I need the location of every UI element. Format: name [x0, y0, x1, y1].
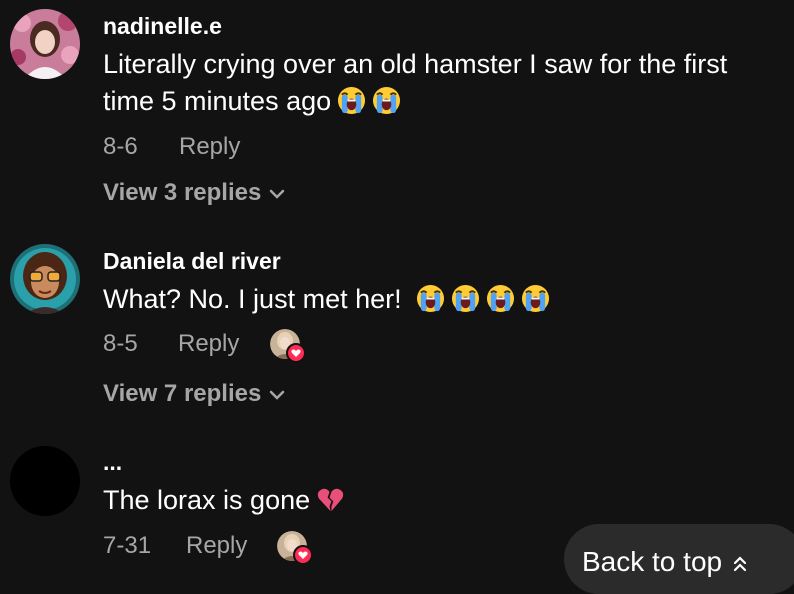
comment-text-body: What? No. I just met her! [103, 284, 402, 314]
comment-text: The lorax is gone [103, 482, 783, 519]
creator-liked-avatar [270, 329, 306, 363]
username[interactable]: nadinelle.e [103, 13, 222, 40]
username[interactable]: Daniela del river [103, 248, 281, 275]
loudly-crying-face-icon [451, 284, 479, 313]
view-replies-button[interactable]: View 3 replies [103, 179, 285, 207]
view-replies-label: View 7 replies [103, 380, 262, 407]
comment-text-body: Literally crying over an old hamster I s… [103, 49, 728, 116]
reply-button[interactable]: Reply [179, 133, 240, 161]
loudly-crying-face-icon [416, 284, 444, 313]
comment-date: 8-5 [103, 330, 138, 357]
creator-liked-avatar [277, 531, 313, 565]
loudly-crying-face-icon [373, 86, 401, 115]
comment-text: Literally crying over an old hamster I s… [103, 46, 783, 120]
reply-button[interactable]: Reply [186, 532, 247, 560]
chevron-down-icon [270, 390, 285, 400]
comment-text-body: The lorax is gone [103, 485, 311, 515]
broken-heart-icon [317, 488, 344, 512]
loudly-crying-face-icon [521, 284, 549, 313]
comment-date: 8-6 [103, 133, 138, 160]
heart-icon [293, 545, 313, 565]
double-chevron-up-icon [733, 556, 747, 571]
view-replies-button[interactable]: View 7 replies [103, 380, 285, 408]
loudly-crying-face-icon [338, 86, 366, 115]
username[interactable]: ... [103, 449, 122, 476]
heart-icon [286, 343, 306, 363]
reply-button[interactable]: Reply [178, 330, 239, 358]
back-to-top-label: Back to top [582, 546, 723, 577]
chevron-down-icon [270, 189, 285, 199]
view-replies-label: View 3 replies [103, 179, 262, 206]
loudly-crying-face-icon [486, 284, 514, 313]
comment-date: 7-31 [103, 532, 152, 559]
comment-text: What? No. I just met her! [103, 281, 783, 318]
avatar[interactable] [10, 9, 80, 79]
back-to-top-button[interactable]: Back to top [564, 524, 794, 594]
avatar[interactable] [10, 446, 80, 516]
avatar[interactable] [10, 244, 80, 314]
